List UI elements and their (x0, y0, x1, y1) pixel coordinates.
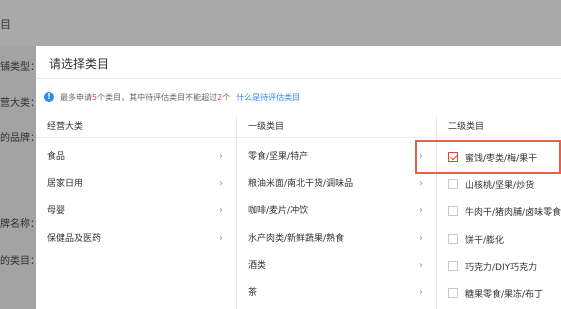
background-page-title: 目 (0, 18, 11, 31)
list-item-label: 茶 (248, 288, 258, 298)
list-item-label: 咖啡/麦片/冲饮 (248, 206, 309, 216)
list-item-label: 水产肉类/新鲜蔬果/熟食 (248, 234, 345, 244)
category-limit-notice: ! 最多申请 5 个类目，其中待评估类目不能超过 2 个 什么是待评估类目 (44, 90, 300, 104)
level2-category-item-jerky[interactable]: 牛肉干/猪肉脯/卤味零食 (448, 198, 561, 224)
chevron-right-icon: › (219, 151, 223, 162)
list-item-label: 粮油米面/南北干货/调味品 (248, 179, 354, 189)
checkbox-checked[interactable] (448, 152, 458, 162)
list-item-label: 蜜饯/枣类/梅/果干 (465, 153, 538, 164)
background-label-shop-type: 铺类型： (0, 62, 40, 73)
chevron-right-icon: › (419, 260, 423, 271)
column-header-business-category: 经营大类 (47, 122, 84, 132)
notice-prefix: 最多申请 (60, 92, 92, 102)
checkbox[interactable] (448, 234, 458, 244)
dialog-header: 请选择类目 (36, 46, 561, 79)
chevron-right-icon: › (219, 205, 223, 216)
list-item-label: 牛肉干/猪肉脯/卤味零食 (465, 207, 561, 218)
chevron-right-icon: › (419, 233, 423, 244)
category-table: 经营大类 一级类目 二级类目 食品 › 居家日用 › 母婴 › 保健品及医药 ›… (36, 116, 561, 309)
level2-category-item-dried-fruit[interactable]: 蜜饯/枣类/梅/果干 (448, 144, 537, 170)
list-item-label: 糖果零食/果冻/布丁 (465, 289, 544, 300)
chevron-right-icon: › (219, 178, 223, 189)
business-category-item-household[interactable]: 居家日用 › (47, 171, 227, 197)
column-header-level2-category: 二级类目 (448, 122, 485, 132)
level2-category-item-nuts[interactable]: 山核桃/坚果/炒货 (448, 171, 534, 197)
level2-category-item-candy[interactable]: 糖果零食/果冻/布丁 (448, 280, 543, 306)
level1-category-item-tea[interactable]: 茶 › (248, 280, 428, 306)
list-item-label: 酒类 (248, 261, 267, 271)
category-select-dialog: 请选择类目 ! 最多申请 5 个类目，其中待评估类目不能超过 2 个 什么是待评估类目 … (36, 46, 561, 309)
level2-category-item-chocolate[interactable]: 巧克力/DIY巧克力 (448, 253, 537, 279)
chevron-right-icon: › (219, 233, 223, 244)
list-item-label: 山核桃/坚果/炒货 (465, 180, 535, 191)
level2-category-item-biscuits[interactable]: 饼干/膨化 (448, 226, 504, 252)
chevron-right-icon: › (419, 151, 423, 162)
list-item-label: 食品 (47, 152, 66, 162)
level1-category-item-snacks[interactable]: 零食/坚果/特产 › (248, 144, 428, 170)
checkbox[interactable] (448, 179, 458, 189)
notice-suffix: 个 (222, 92, 231, 102)
business-category-item-health[interactable]: 保健品及医药 › (47, 226, 227, 252)
checkbox[interactable] (448, 261, 458, 271)
list-item-label: 零食/坚果/特产 (248, 152, 309, 162)
background-label-main-category: 营大类： (0, 98, 40, 109)
info-icon: ! (44, 92, 54, 102)
column-header-level1-category: 一级类目 (248, 122, 285, 132)
level1-category-item-fresh-food[interactable]: 水产肉类/新鲜蔬果/熟食 › (248, 226, 428, 252)
business-category-item-baby[interactable]: 母婴 › (47, 198, 227, 224)
column-divider (236, 116, 237, 309)
background-topbar: 目 (0, 0, 561, 46)
business-category-item-food[interactable]: 食品 › (47, 144, 227, 170)
list-item-label: 居家日用 (47, 179, 84, 189)
chevron-right-icon: › (419, 287, 423, 298)
list-item-label: 母婴 (47, 206, 66, 216)
chevron-right-icon: › (419, 205, 423, 216)
column-divider (436, 116, 437, 309)
list-item-label: 巧克力/DIY巧克力 (465, 262, 538, 273)
background-label-brand: 的品牌： (0, 133, 40, 144)
level1-category-item-grain-oil[interactable]: 粮油米面/南北干货/调味品 › (248, 171, 428, 197)
list-item-label: 饼干/膨化 (465, 235, 505, 246)
list-item-label: 保健品及医药 (47, 234, 102, 244)
background-label-brand-name: 牌名称： (0, 219, 40, 230)
checkbox[interactable] (448, 206, 458, 216)
level1-category-item-coffee[interactable]: 咖啡/麦片/冲饮 › (248, 198, 428, 224)
chevron-right-icon: › (419, 178, 423, 189)
checkbox[interactable] (448, 288, 458, 298)
what-is-pending-category-link[interactable]: 什么是待评估类目 (236, 92, 300, 103)
dialog-title: 请选择类目 (49, 57, 110, 71)
background-label-category: 的类目： (0, 256, 40, 267)
notice-middle: 个类目，其中待评估类目不能超过 (97, 92, 218, 102)
level1-category-item-alcohol[interactable]: 酒类 › (248, 253, 428, 279)
